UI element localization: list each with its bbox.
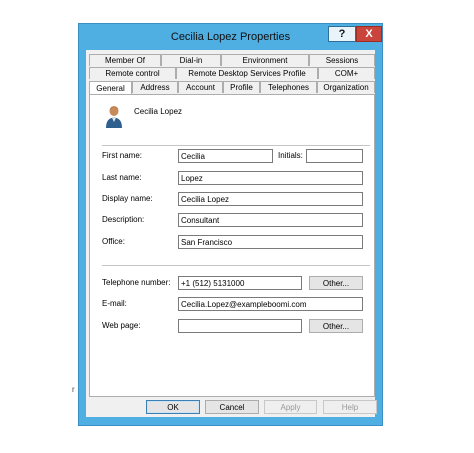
email-label: E-mail: bbox=[102, 299, 127, 308]
help-button[interactable]: Help bbox=[323, 400, 377, 414]
telephone-field[interactable] bbox=[178, 276, 302, 290]
title-bar[interactable]: Cecilia Lopez Properties ? X bbox=[79, 24, 382, 50]
user-display-heading: Cecilia Lopez bbox=[134, 107, 183, 116]
email-field[interactable] bbox=[178, 297, 363, 311]
tab-sessions[interactable]: Sessions bbox=[309, 54, 375, 66]
tab-telephones[interactable]: Telephones bbox=[260, 81, 317, 93]
tab-general[interactable]: General bbox=[89, 81, 132, 94]
web-page-field[interactable] bbox=[178, 319, 302, 333]
web-page-other-button[interactable]: Other... bbox=[309, 319, 363, 333]
office-label: Office: bbox=[102, 237, 125, 246]
telephone-label: Telephone number: bbox=[102, 278, 171, 287]
tab-dial-in[interactable]: Dial-in bbox=[161, 54, 221, 66]
display-name-field[interactable] bbox=[178, 192, 363, 206]
last-name-label: Last name: bbox=[102, 173, 142, 182]
user-icon bbox=[106, 106, 122, 128]
tab-account[interactable]: Account bbox=[178, 81, 223, 93]
separator bbox=[102, 145, 370, 146]
tab-address[interactable]: Address bbox=[132, 81, 178, 93]
general-tab-panel: Cecilia Lopez First name: Initials: Last… bbox=[89, 94, 375, 397]
tab-environment[interactable]: Environment bbox=[221, 54, 309, 66]
cancel-button[interactable]: Cancel bbox=[205, 400, 259, 414]
initials-label: Initials: bbox=[278, 151, 303, 160]
apply-button[interactable]: Apply bbox=[264, 400, 317, 414]
separator bbox=[102, 265, 370, 266]
ok-button[interactable]: OK bbox=[146, 400, 200, 414]
telephone-other-button[interactable]: Other... bbox=[309, 276, 363, 290]
tab-com-plus[interactable]: COM+ bbox=[318, 67, 375, 79]
tab-rds-profile[interactable]: Remote Desktop Services Profile bbox=[176, 67, 318, 79]
last-name-field[interactable] bbox=[178, 171, 363, 185]
properties-dialog: Cecilia Lopez Properties ? X Member Of D… bbox=[78, 23, 383, 426]
dialog-client-area: Member Of Dial-in Environment Sessions R… bbox=[86, 50, 377, 417]
first-name-field[interactable] bbox=[178, 149, 273, 163]
tab-profile[interactable]: Profile bbox=[223, 81, 260, 93]
description-label: Description: bbox=[102, 215, 145, 224]
initials-field[interactable] bbox=[306, 149, 363, 163]
tab-member-of[interactable]: Member Of bbox=[89, 54, 161, 66]
close-icon[interactable]: X bbox=[356, 26, 382, 42]
web-page-label: Web page: bbox=[102, 321, 141, 330]
tab-remote-control[interactable]: Remote control bbox=[89, 67, 176, 79]
first-name-label: First name: bbox=[102, 151, 143, 160]
stray-mark: r bbox=[72, 385, 75, 394]
description-field[interactable] bbox=[178, 213, 363, 227]
display-name-label: Display name: bbox=[102, 194, 153, 203]
help-icon[interactable]: ? bbox=[328, 26, 356, 42]
office-field[interactable] bbox=[178, 235, 363, 249]
tab-organization[interactable]: Organization bbox=[317, 81, 375, 93]
